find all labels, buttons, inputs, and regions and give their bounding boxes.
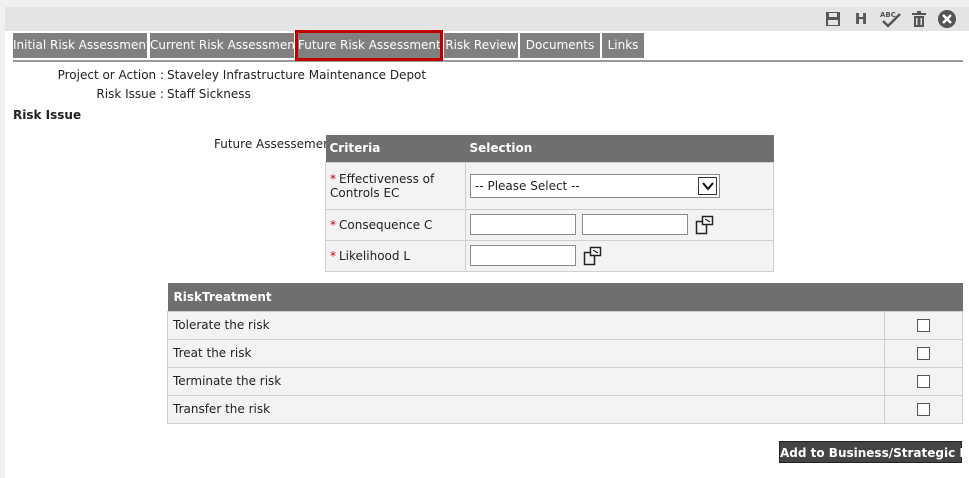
project-value: Staveley Infrastructure Maintenance Depo… [167,68,427,82]
effectiveness-select[interactable]: -- Please Select -- [470,173,720,198]
tab-future-risk-assessment[interactable]: Future Risk Assessment [295,30,443,61]
criteria-header: Criteria [325,135,466,162]
risk-issue-label: Risk Issue : [96,87,164,101]
svg-text:ABC: ABC [880,11,896,19]
table-row: Terminate the risk [167,366,963,396]
risk-issue-value: Staff Sickness [167,87,251,101]
section-title: Risk Issue [13,108,82,122]
treatment-label: Tolerate the risk [167,310,885,340]
tab-underline [13,60,963,62]
criteria-cell: * Likelihood L [325,239,466,272]
transfer-checkbox[interactable] [917,403,930,416]
selection-cell [465,208,774,241]
criteria-label-consequence: Consequence C [339,217,433,232]
spellcheck-icon[interactable]: ABC [879,10,903,28]
treatment-label: Transfer the risk [167,394,885,424]
tab-initial-risk-assessment[interactable]: Initial Risk Assessment [13,33,151,58]
table-row: Transfer the risk [167,394,963,424]
consequence-description-input[interactable] [581,214,688,235]
checkbox-cell [884,394,963,424]
terminate-checkbox[interactable] [917,375,930,388]
popup-picker-icon[interactable] [583,246,603,266]
criteria-cell: * Consequence C [325,208,466,241]
future-assessment-label: Future Assessement: [214,137,340,151]
tab-current-risk-assessment[interactable]: Current Risk Assessment [150,33,300,58]
selection-cell [465,239,774,272]
required-marker: * [330,248,336,263]
treatment-label: Treat the risk [167,338,885,368]
selection-header: Selection [465,135,774,162]
add-to-plan-button[interactable]: Add to Business/Strategic Plan [779,441,969,463]
chevron-down-icon[interactable] [698,176,717,195]
delete-icon[interactable] [909,10,929,28]
checkbox-cell [884,338,963,368]
toolbar: H ABC [5,7,969,31]
close-icon[interactable] [937,10,957,28]
save-icon[interactable] [823,10,843,28]
popup-picker-icon[interactable] [695,215,715,235]
criteria-label-ec: Effectiveness of Controls EC [330,171,435,200]
select-value: -- Please Select -- [475,178,580,193]
checkbox-cell [884,310,963,340]
required-marker: * [330,217,336,232]
criteria-cell: * Effectiveness of Controls EC [325,161,466,210]
likelihood-input[interactable] [470,245,576,266]
consequence-input[interactable] [470,214,576,235]
checkbox-cell [884,366,963,396]
table-row: Treat the risk [167,338,963,368]
page: H ABC Initial Risk Assessment Current Ri… [5,7,969,478]
criteria-label-likelihood: Likelihood L [339,248,410,263]
history-icon[interactable]: H [851,10,871,28]
tab-documents[interactable]: Documents [520,33,600,58]
criteria-table: Criteria Selection * Effectiveness of Con… [325,135,774,272]
treatment-label: Terminate the risk [167,366,885,396]
tab-risk-review[interactable]: Risk Review [444,33,518,58]
project-label: Project or Action : [57,68,164,82]
treat-checkbox[interactable] [917,347,930,360]
risk-treatment-table: RiskTreatment Tolerate the risk Treat th… [167,283,963,424]
table-row: Tolerate the risk [167,310,963,340]
tolerate-checkbox[interactable] [917,319,930,332]
selection-cell: -- Please Select -- [465,161,774,210]
required-marker: * [330,171,336,186]
tab-links[interactable]: Links [602,33,644,58]
risk-treatment-header: RiskTreatment [167,283,963,311]
